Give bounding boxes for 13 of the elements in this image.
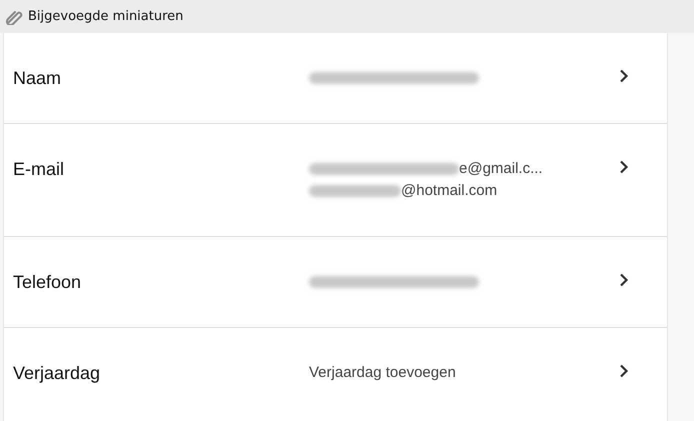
chevron-right-icon[interactable]: [619, 364, 629, 378]
field-label: E-mail: [13, 158, 66, 180]
field-label: Verjaardag: [13, 362, 102, 384]
field-value: e@gmail.c...: [459, 159, 543, 179]
field-label: Naam: [13, 67, 62, 89]
field-label: Telefoon: [13, 271, 82, 293]
chevron-right-icon[interactable]: [619, 69, 629, 83]
field-value: Verjaardag toevoegen: [309, 363, 456, 383]
paperclip-icon: [6, 8, 24, 24]
chevron-right-icon[interactable]: [619, 273, 629, 287]
chevron-right-icon[interactable]: [619, 160, 629, 174]
field-value: @hotmail.com: [401, 181, 498, 201]
section-title: Bijgevoegde miniaturen: [28, 8, 184, 26]
